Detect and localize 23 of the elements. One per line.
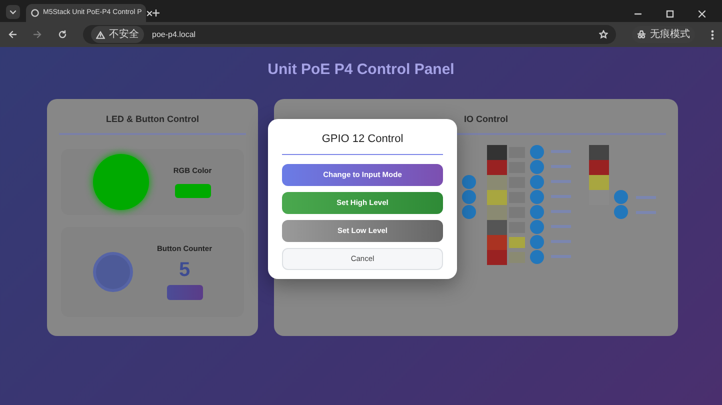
card-title: IO Control — [464, 114, 508, 124]
led-indicator — [93, 154, 150, 210]
page-title: Unit PoE P4 Control Panel — [266, 60, 456, 80]
incognito-icon — [637, 30, 646, 39]
counter-value: 5 — [178, 258, 190, 281]
back-button[interactable] — [8, 30, 17, 39]
close-icon[interactable] — [146, 10, 153, 16]
incognito-label[interactable]: 无痕模式 — [650, 27, 690, 42]
button-indicator — [93, 252, 133, 292]
reload-button[interactable] — [58, 30, 67, 39]
globe-icon — [31, 9, 39, 17]
url-text[interactable]: poe-p4.local — [152, 28, 196, 40]
close-window-button[interactable] — [698, 10, 706, 18]
warning-icon — [96, 30, 105, 38]
menu-button[interactable] — [711, 30, 714, 40]
forward-button[interactable] — [33, 30, 42, 39]
dialog-title: GPIO 12 Control — [322, 133, 404, 145]
card-title: LED & Button Control — [106, 114, 199, 124]
tab-list-button[interactable] — [6, 5, 20, 19]
star-icon[interactable] — [599, 30, 608, 39]
maximize-button[interactable] — [666, 10, 674, 18]
new-tab-button[interactable] — [152, 9, 160, 17]
color-swatch[interactable] — [174, 184, 210, 198]
